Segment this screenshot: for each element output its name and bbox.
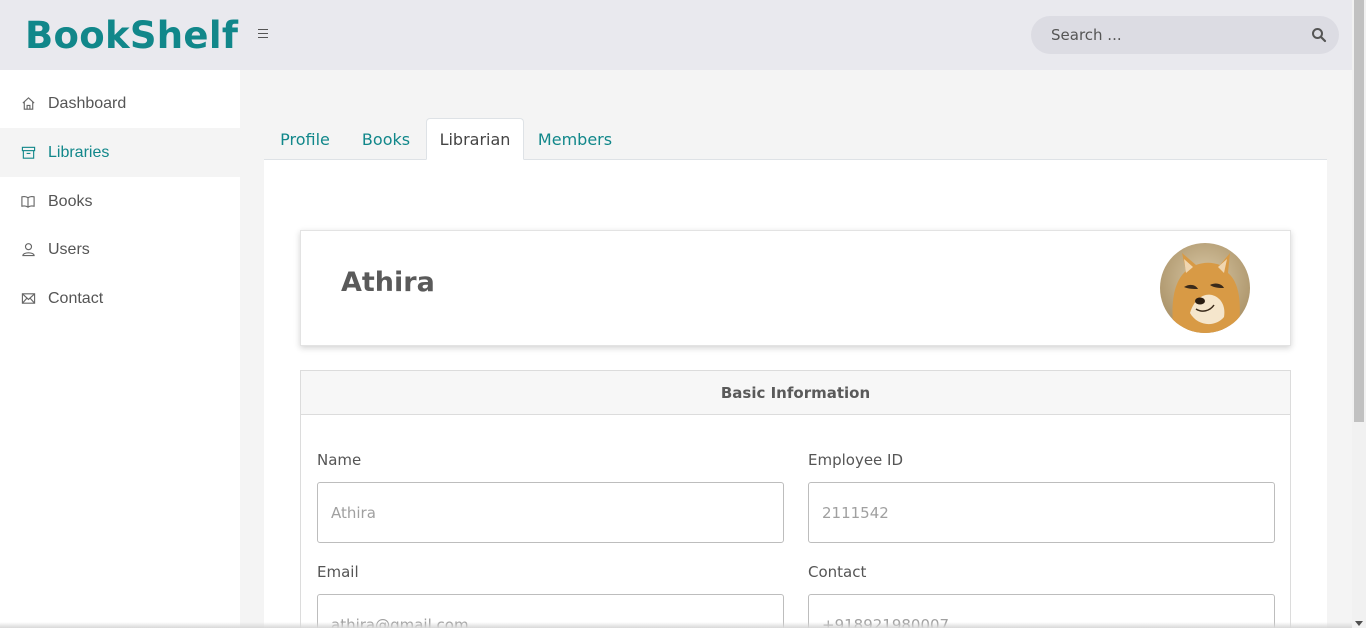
basic-information-card: Basic Information Name Employee ID Email… <box>300 370 1291 628</box>
scroll-fade <box>0 622 1352 628</box>
scrollbar-thumb[interactable] <box>1354 0 1364 422</box>
email-label: Email <box>317 563 359 581</box>
book-icon <box>20 194 36 210</box>
home-icon <box>20 96 36 112</box>
sidebar-item-books[interactable]: Books <box>0 177 240 226</box>
sidebar-item-label: Contact <box>48 289 104 307</box>
scroll-down-arrow-icon[interactable] <box>1355 621 1363 626</box>
sidebar-item-libraries[interactable]: Libraries <box>0 128 240 177</box>
name-label: Name <box>317 451 362 469</box>
mail-icon <box>20 291 36 307</box>
basic-information-title: Basic Information <box>301 371 1290 415</box>
sidebar-item-label: Libraries <box>48 143 110 161</box>
sidebar-item-label: Books <box>48 192 93 210</box>
profile-name: Athira <box>341 267 435 298</box>
tab-members[interactable]: Members <box>524 118 626 160</box>
search-icon[interactable] <box>1311 27 1327 43</box>
sidebar-item-dashboard[interactable]: Dashboard <box>0 79 240 128</box>
sidebar-item-contact[interactable]: Contact <box>0 274 240 323</box>
sidebar-item-label: Users <box>48 240 90 258</box>
sidebar-item-users[interactable]: Users <box>0 225 240 274</box>
tab-profile[interactable]: Profile <box>264 118 346 160</box>
app-logo[interactable]: BookShelf <box>25 14 238 57</box>
tab-librarian[interactable]: Librarian <box>426 118 524 160</box>
archive-icon <box>20 145 36 161</box>
page-scrollbar[interactable] <box>1352 0 1366 628</box>
tab-bar: Profile Books Librarian Members <box>264 118 1327 160</box>
top-header: BookShelf <box>0 0 1352 70</box>
sidebar-item-label: Dashboard <box>48 94 127 112</box>
profile-card: Athira <box>300 230 1291 346</box>
contact-label: Contact <box>808 563 867 581</box>
user-icon <box>20 242 36 258</box>
avatar <box>1160 243 1250 333</box>
search-bar <box>1031 16 1339 54</box>
menu-toggle-icon[interactable] <box>254 26 272 42</box>
employee-id-label: Employee ID <box>808 451 904 469</box>
sidebar: Dashboard Libraries Books Users Contact <box>0 70 240 628</box>
tab-books[interactable]: Books <box>346 118 426 160</box>
name-field[interactable] <box>317 482 784 543</box>
search-input[interactable] <box>1031 16 1301 54</box>
employee-id-field[interactable] <box>808 482 1275 543</box>
